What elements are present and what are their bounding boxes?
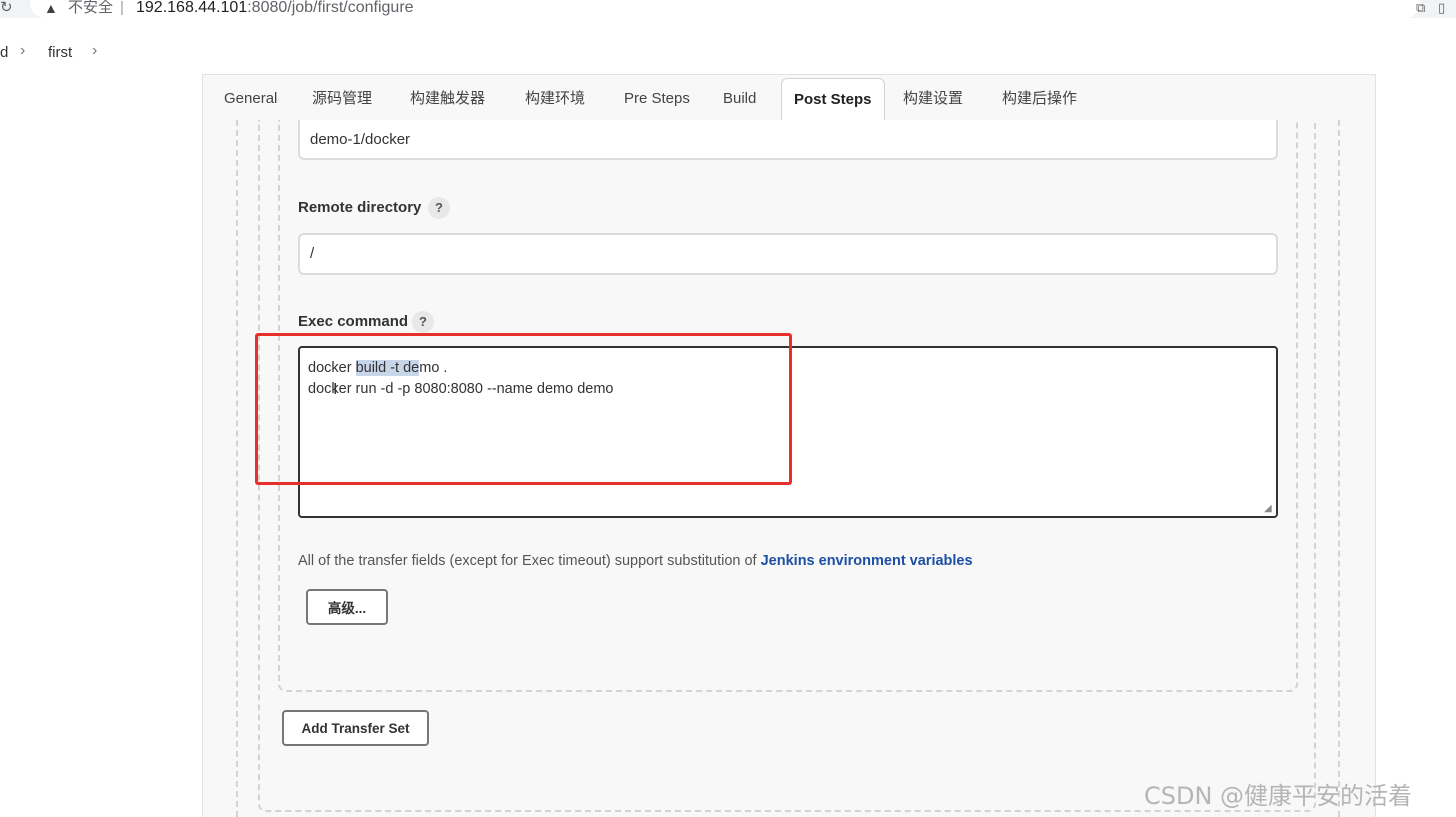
watermark: CSDN @健康平安的活着 bbox=[1144, 782, 1413, 810]
source-files-input[interactable]: demo-1/docker bbox=[298, 120, 1278, 160]
breadcrumb-item-first[interactable]: first bbox=[48, 44, 72, 61]
remote-directory-input[interactable]: / bbox=[298, 233, 1278, 275]
browser-address-bar: ↻ ▲ 不安全 | 192.168.44.101:8080/job/first/… bbox=[0, 0, 1456, 18]
tab-pre-steps[interactable]: Pre Steps bbox=[624, 78, 690, 120]
tab-general[interactable]: General bbox=[224, 78, 277, 120]
jenkins-env-vars-link[interactable]: Jenkins environment variables bbox=[761, 553, 973, 569]
warning-icon[interactable]: ▲ bbox=[44, 0, 58, 16]
translate-icon[interactable]: ⧉ bbox=[1416, 0, 1432, 16]
exec-command-label: Exec command bbox=[298, 313, 409, 330]
chevron-right-icon[interactable]: › bbox=[20, 42, 25, 60]
config-tabs: General 源码管理 构建触发器 构建环境 Pre Steps Build … bbox=[202, 78, 1376, 120]
tab-post-build-actions[interactable]: 构建后操作 bbox=[1002, 78, 1077, 120]
tab-build-settings[interactable]: 构建设置 bbox=[903, 78, 963, 120]
substitution-hint: All of the transfer fields (except for E… bbox=[298, 553, 973, 569]
tab-source-management[interactable]: 源码管理 bbox=[312, 78, 372, 120]
chevron-right-icon[interactable]: › bbox=[92, 42, 97, 60]
help-icon[interactable]: ? bbox=[412, 311, 434, 333]
advanced-button[interactable]: 高级... bbox=[306, 589, 388, 625]
hint-text: All of the transfer fields (except for E… bbox=[298, 553, 761, 569]
security-label[interactable]: 不安全 bbox=[68, 0, 113, 16]
tab-build-triggers[interactable]: 构建触发器 bbox=[410, 78, 485, 120]
url-text[interactable]: 192.168.44.101:8080/job/first/configure bbox=[136, 0, 414, 17]
reload-icon[interactable]: ↻ bbox=[0, 0, 16, 18]
section-border-right bbox=[1338, 120, 1340, 817]
tab-build[interactable]: Build bbox=[723, 78, 756, 120]
add-transfer-set-button[interactable]: Add Transfer Set bbox=[282, 710, 429, 746]
tab-build-environment[interactable]: 构建环境 bbox=[525, 78, 585, 120]
extension-icon[interactable]: ▯ bbox=[1438, 0, 1456, 16]
help-icon[interactable]: ? bbox=[428, 197, 450, 219]
annotation-highlight-box bbox=[255, 333, 792, 485]
section-border-left bbox=[236, 120, 238, 817]
url-host: 192.168.44.101 bbox=[136, 0, 248, 16]
url-separator: | bbox=[120, 0, 124, 16]
url-path: :8080/job/first/configure bbox=[247, 0, 414, 16]
breadcrumb-item-prev[interactable]: d bbox=[0, 44, 8, 61]
breadcrumb: d › first › bbox=[0, 36, 1456, 68]
remote-directory-label: Remote directory bbox=[298, 199, 422, 216]
resize-handle-icon[interactable]: ◢ bbox=[1264, 504, 1274, 514]
tab-post-steps[interactable]: Post Steps bbox=[781, 78, 885, 120]
url-bar[interactable]: ▲ 不安全 | 192.168.44.101:8080/job/first/co… bbox=[30, 0, 1420, 18]
